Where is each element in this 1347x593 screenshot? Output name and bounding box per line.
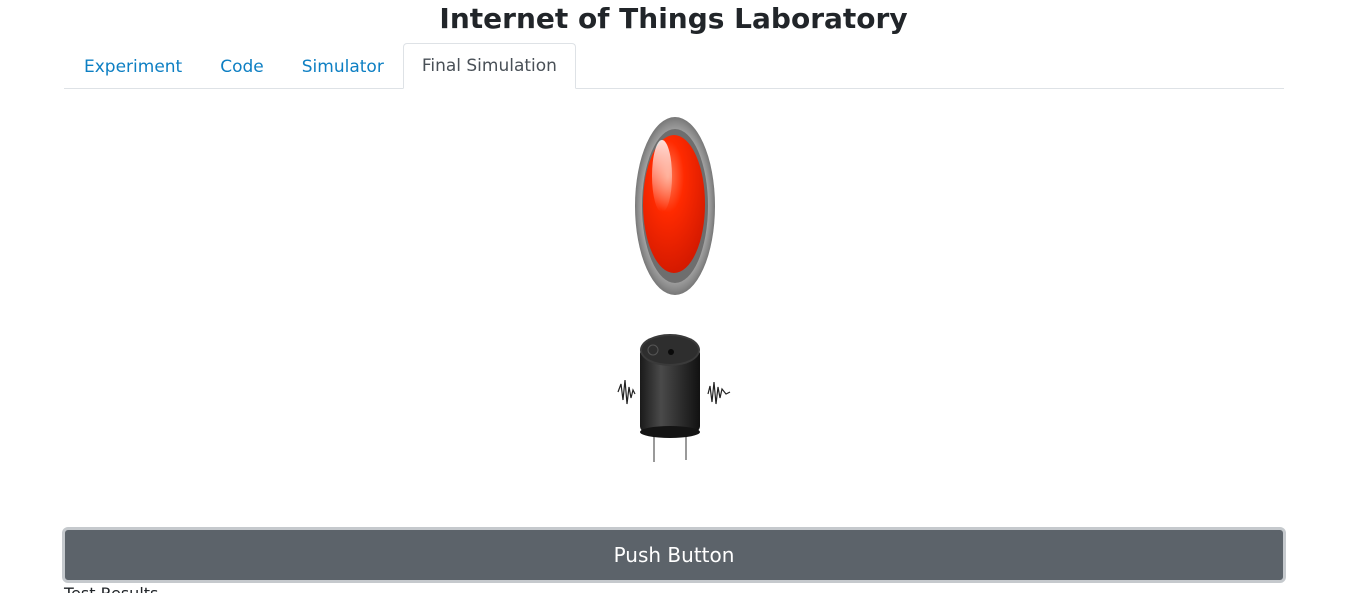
tab-bar: Experiment Code Simulator Final Simulati… — [64, 43, 1284, 89]
buzzer-icon — [617, 334, 731, 462]
push-button[interactable]: Push Button — [62, 527, 1286, 583]
tab-simulator[interactable]: Simulator — [283, 44, 403, 89]
test-results-label: Test Results — [64, 584, 158, 593]
page: Internet of Things Laboratory Experiment… — [0, 0, 1347, 593]
tab-final-simulation[interactable]: Final Simulation — [402, 43, 576, 89]
tab-code[interactable]: Code — [201, 44, 283, 89]
red-push-button-icon — [635, 117, 715, 295]
simulation-area — [0, 110, 1347, 510]
tab-experiment[interactable]: Experiment — [65, 44, 201, 89]
page-title: Internet of Things Laboratory — [439, 2, 908, 35]
